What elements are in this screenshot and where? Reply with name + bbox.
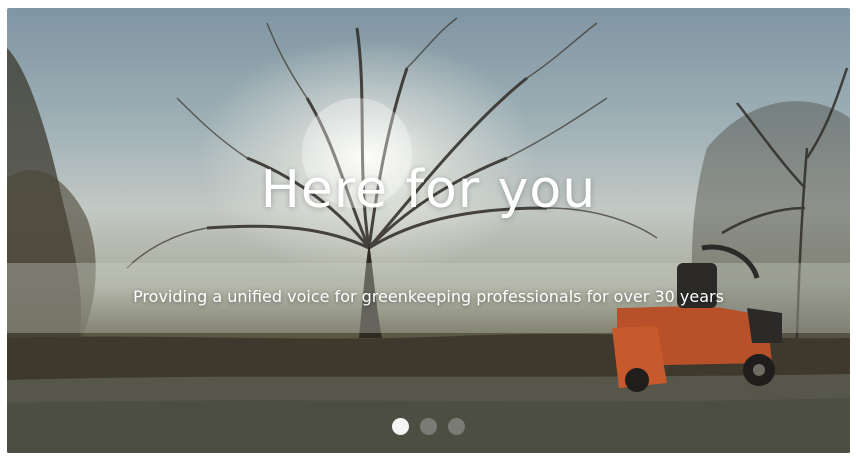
hero-banner: Here for you Providing a unified voice f… [7,8,850,453]
carousel-pagination [7,418,850,435]
hero-headline: Here for you [260,160,597,220]
carousel-dot-2[interactable] [420,418,437,435]
park-scene-illustration [7,17,850,453]
hero-background-image [7,8,850,453]
carousel-dot-3[interactable] [448,418,465,435]
hero-subheadline: Providing a unified voice for greenkeepi… [133,287,724,306]
carousel-dot-1[interactable] [392,418,409,435]
